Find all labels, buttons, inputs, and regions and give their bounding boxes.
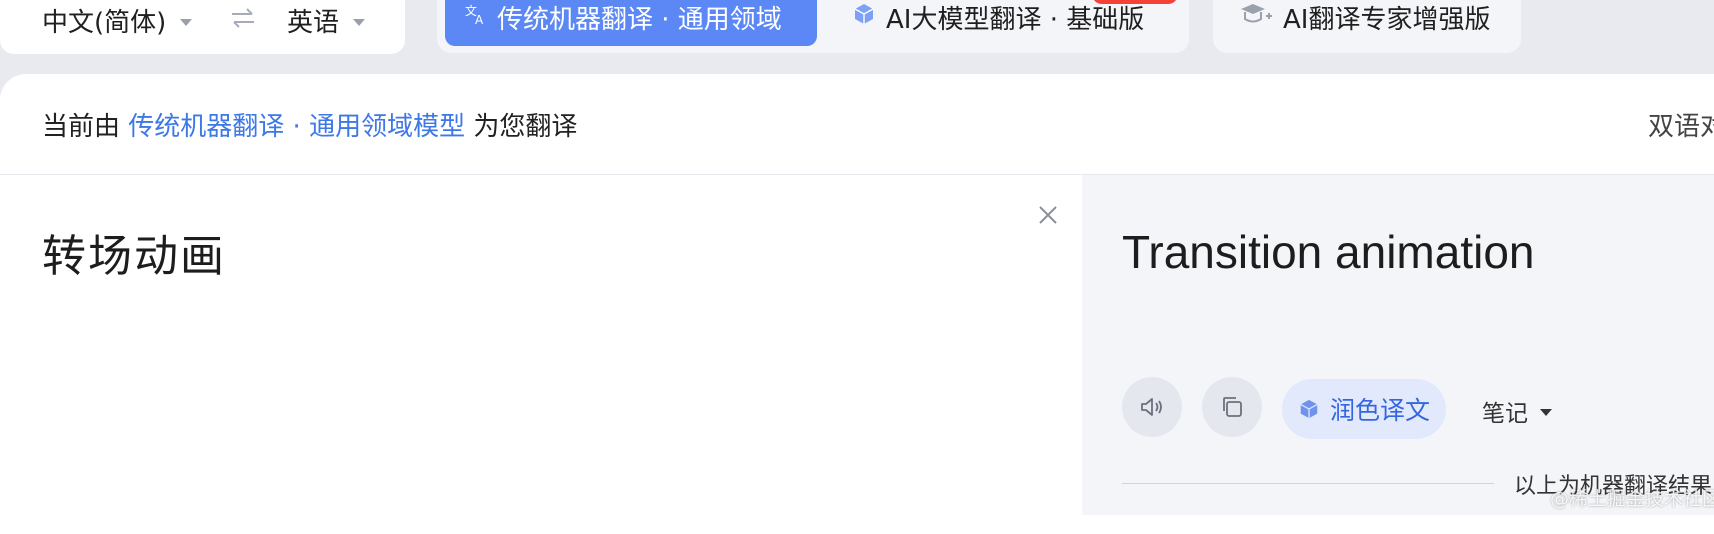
polish-label: 润色译文 (1329, 396, 1430, 425)
chevron-down-icon (1540, 409, 1552, 416)
watermark: @稀土掘金技术社区 (1550, 488, 1714, 510)
notes-dropdown[interactable]: 笔记 (1482, 394, 1552, 428)
model-info: 当前由 传统机器翻译 · 通用领域模型 为您翻译 (42, 106, 577, 143)
tab-traditional-mt[interactable]: 文 A 传统机器翻译 · 通用领域 (445, 0, 817, 46)
cube-icon (1300, 399, 1318, 419)
translate-icon: 文 A (465, 2, 487, 32)
speak-button[interactable] (1122, 377, 1182, 437)
tab-label: AI翻译专家增强版 (1283, 4, 1491, 35)
target-language-select[interactable]: 英语 (287, 2, 366, 39)
tab-label: 传统机器翻译 · 通用领域 (497, 4, 782, 35)
tab-label: AI大模型翻译 · 基础版 (886, 4, 1145, 35)
expert-icon (1239, 2, 1273, 33)
info-prefix: 当前由 (42, 112, 121, 142)
source-language-label: 中文(简体) (42, 8, 167, 38)
source-text-input[interactable]: 转场动画 (42, 220, 226, 284)
cube-icon (852, 2, 876, 33)
close-icon (1039, 206, 1057, 224)
info-suffix: 为您翻译 (473, 112, 578, 142)
notes-label: 笔记 (1482, 401, 1528, 427)
footer-divider (1122, 483, 1494, 484)
tab-ai-llm-basic[interactable]: AI大模型翻译 · 基础版 (832, 0, 1192, 46)
target-language-label: 英语 (287, 8, 340, 38)
speaker-icon (1141, 398, 1162, 416)
target-text-output: Transition animation (1122, 226, 1535, 278)
model-link[interactable]: 传统机器翻译 · 通用领域模型 (128, 112, 465, 142)
source-language-select[interactable]: 中文(简体) (42, 2, 193, 39)
swap-arrows-icon[interactable] (229, 6, 257, 36)
svg-text:A: A (475, 13, 484, 25)
chevron-down-icon (180, 18, 193, 26)
polish-translation-button[interactable]: 润色译文 (1282, 379, 1446, 439)
chevron-down-icon (353, 18, 366, 26)
copy-icon (1223, 397, 1242, 417)
clear-button[interactable] (1030, 197, 1066, 233)
copy-button[interactable] (1202, 377, 1262, 437)
tab-ai-expert[interactable]: AI翻译专家增强版 (1219, 0, 1519, 46)
bilingual-toggle[interactable]: 双语对 (1648, 106, 1714, 143)
